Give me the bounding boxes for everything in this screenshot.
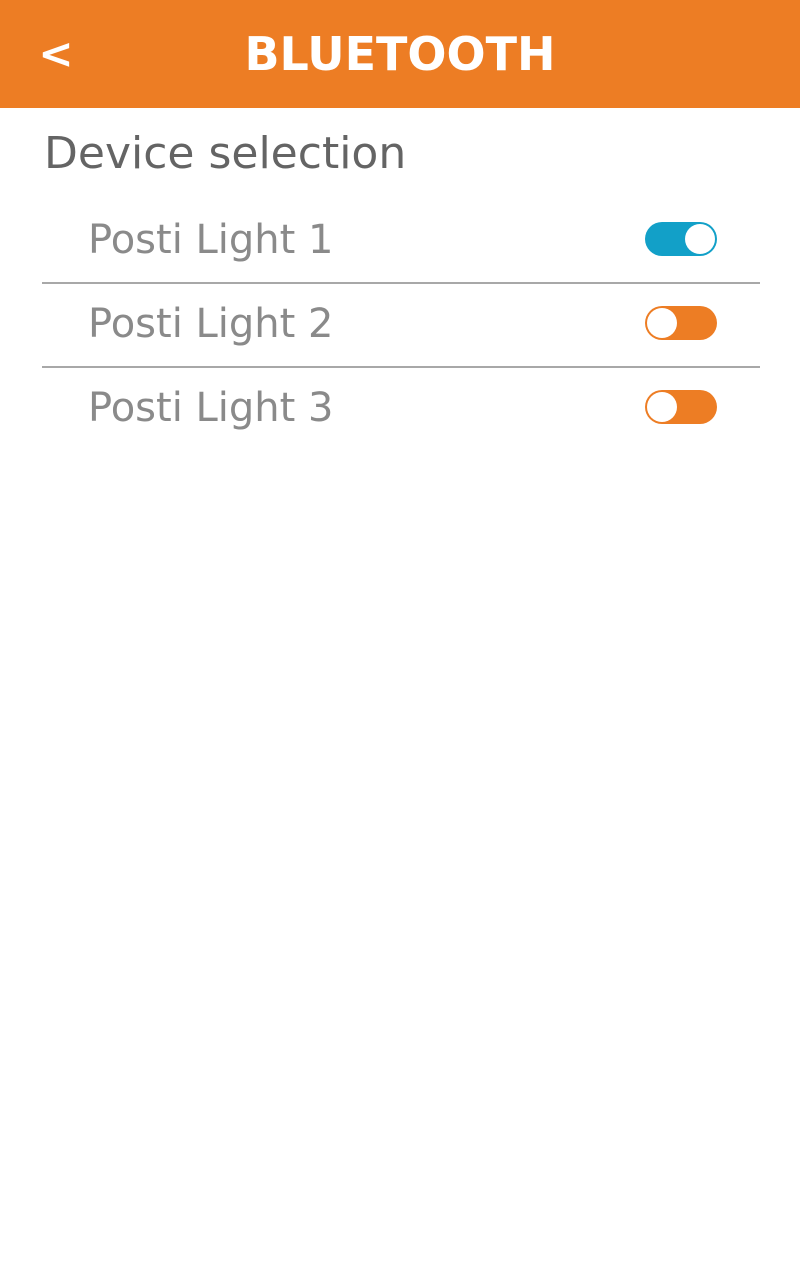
toggle-knob [685, 224, 715, 254]
device-toggle[interactable] [645, 222, 717, 256]
app-bar: < BLUETOOTH [0, 0, 800, 108]
device-row: Posti Light 2 [42, 284, 760, 368]
device-row: Posti Light 1 [42, 200, 760, 284]
device-row: Posti Light 3 [42, 368, 760, 450]
page-title: BLUETOOTH [244, 27, 556, 81]
toggle-knob [647, 308, 677, 338]
section-title: Device selection [44, 128, 407, 179]
toggle-knob [647, 392, 677, 422]
device-label: Posti Light 2 [88, 301, 334, 347]
device-toggle[interactable] [645, 306, 717, 340]
device-label: Posti Light 3 [88, 385, 334, 431]
device-label: Posti Light 1 [88, 217, 334, 263]
back-button[interactable]: < [36, 24, 76, 84]
device-toggle[interactable] [645, 390, 717, 424]
device-list: Posti Light 1 Posti Light 2 Posti Light … [42, 200, 760, 450]
